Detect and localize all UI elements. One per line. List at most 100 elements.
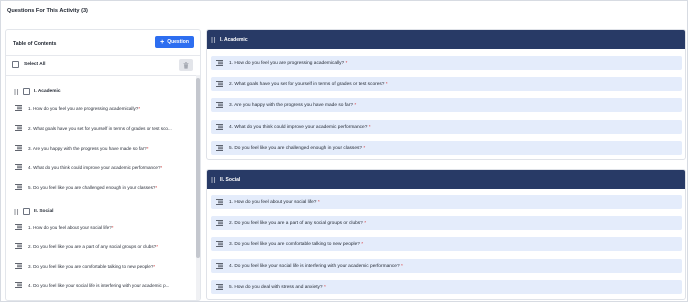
toc-section-label: II. Social xyxy=(34,209,54,214)
toc-item[interactable]: 1. How do you feel you are progressing a… xyxy=(15,105,191,111)
question-lines-icon[interactable] xyxy=(216,284,223,290)
toc-item[interactable]: 3. Do you feel like you are comfortable … xyxy=(15,263,191,269)
toc-item-text: 2. Do you feel like you are a part of an… xyxy=(28,243,157,249)
required-marker: * xyxy=(385,81,388,87)
question-lines-icon[interactable] xyxy=(216,145,223,151)
toc-item-text: 3. Are you happy with the progress you h… xyxy=(28,145,147,151)
section-title: II. Social xyxy=(220,176,241,183)
required-marker: * xyxy=(368,124,371,130)
question-lines-icon[interactable] xyxy=(216,124,223,130)
toc-section-label: I. Academic xyxy=(34,89,61,94)
drag-handle-icon[interactable] xyxy=(211,176,216,183)
drag-handle-icon[interactable] xyxy=(14,88,19,95)
toc-item[interactable]: 4. Do you feel like your social life is … xyxy=(15,282,191,288)
required-marker: * xyxy=(364,220,367,226)
question-lines-icon[interactable] xyxy=(216,81,223,87)
delete-button[interactable] xyxy=(179,59,193,71)
toc-item-text: 4. Do you feel like your social life is … xyxy=(28,282,170,288)
drag-handle-icon[interactable] xyxy=(14,208,19,215)
question-text: 5. How do you deal with stress and anxie… xyxy=(229,284,323,290)
question-text: 4. Do you feel like your social life is … xyxy=(229,263,400,269)
question-lines-icon xyxy=(15,145,22,151)
toc-list: I. Academic 1. How do you feel you are p… xyxy=(6,75,194,300)
required-marker: * xyxy=(160,164,163,170)
select-all-checkbox[interactable] xyxy=(12,61,19,68)
toc-item[interactable]: 5. Do you feel like you are challenged e… xyxy=(15,184,191,190)
question-lines-icon xyxy=(15,224,22,230)
required-marker: * xyxy=(317,199,320,205)
question-text: 2. What goals have you set for yourself … xyxy=(229,81,385,87)
question-row[interactable]: 1. How do you feel about your social lif… xyxy=(211,195,682,209)
question-row[interactable]: 1. How do you feel you are progressing a… xyxy=(211,56,682,70)
select-all-label: Select All xyxy=(24,62,46,67)
question-row[interactable]: 2. Do you feel like you are a part of an… xyxy=(211,216,682,230)
required-marker: * xyxy=(354,102,357,108)
toc-section-academic[interactable]: I. Academic xyxy=(14,88,60,95)
question-lines-icon xyxy=(15,263,22,269)
question-text: 3. Do you feel like you are comfortable … xyxy=(229,241,360,247)
question-lines-icon[interactable] xyxy=(216,241,223,247)
section-title: I. Academic xyxy=(220,36,248,43)
required-marker: * xyxy=(361,241,364,247)
question-row[interactable]: 3. Do you feel like you are comfortable … xyxy=(211,237,682,251)
app-frame: Questions For This Activity (3) Table of… xyxy=(0,0,688,302)
table-of-contents-panel: Table of Contents + Question Select All xyxy=(5,29,201,301)
required-marker: * xyxy=(400,263,403,269)
toc-item-text: 2. What goals have you set for yourself … xyxy=(28,125,172,131)
select-all-control[interactable]: Select All xyxy=(12,61,45,68)
required-marker: * xyxy=(111,224,114,230)
question-row[interactable]: 4. What do you think could improve your … xyxy=(211,120,682,134)
toc-item-text: 1. How do you feel about your social lif… xyxy=(28,224,112,230)
toc-item[interactable]: 4. What do you think could improve your … xyxy=(15,164,191,170)
required-marker: * xyxy=(153,263,156,269)
required-marker: * xyxy=(363,145,366,151)
question-lines-icon[interactable] xyxy=(216,60,223,66)
required-marker: * xyxy=(146,145,149,151)
section-header[interactable]: II. Social xyxy=(207,170,685,189)
drag-handle-icon[interactable] xyxy=(211,36,216,43)
required-marker: * xyxy=(323,284,326,290)
section-checkbox[interactable] xyxy=(23,88,30,95)
divider xyxy=(6,55,200,56)
question-lines-icon xyxy=(15,105,22,111)
add-question-label: Question xyxy=(167,39,189,45)
toc-item-text: 5. Do you feel like you are challenged e… xyxy=(28,184,156,190)
add-question-button[interactable]: + Question xyxy=(155,36,194,48)
required-marker: * xyxy=(156,243,158,249)
toc-item-text: 1. How do you feel you are progressing a… xyxy=(28,105,139,111)
trash-icon xyxy=(183,61,189,69)
question-row[interactable]: 5. How do you deal with stress and anxie… xyxy=(211,280,682,294)
question-row[interactable]: 2. What goals have you set for yourself … xyxy=(211,77,682,91)
plus-icon: + xyxy=(160,38,165,46)
section-card-social: II. Social 1. How do you feel about your… xyxy=(206,169,686,300)
toc-item[interactable]: 2. What goals have you set for yourself … xyxy=(15,125,191,131)
toc-item-text: 3. Do you feel like you are comfortable … xyxy=(28,263,154,269)
section-header[interactable]: I. Academic xyxy=(207,30,685,49)
question-lines-icon[interactable] xyxy=(216,220,223,226)
toc-scrollbar[interactable] xyxy=(196,75,200,300)
section-checkbox[interactable] xyxy=(23,208,30,215)
question-text: 3. Are you happy with the progress you h… xyxy=(229,102,353,108)
question-lines-icon[interactable] xyxy=(216,102,223,108)
question-row[interactable]: 3. Are you happy with the progress you h… xyxy=(211,98,682,112)
toc-section-social[interactable]: II. Social xyxy=(14,208,53,215)
question-text: 2. Do you feel like you are a part of an… xyxy=(229,220,363,226)
question-text: 4. What do you think could improve your … xyxy=(229,124,368,130)
question-lines-icon xyxy=(15,282,22,288)
question-row[interactable]: 5. Do you feel like you are challenged e… xyxy=(211,141,682,155)
toc-item[interactable]: 2. Do you feel like you are a part of an… xyxy=(15,243,191,249)
toc-item-text: 4. What do you think could improve your … xyxy=(28,164,161,170)
toc-item[interactable]: 1. How do you feel about your social lif… xyxy=(15,224,191,230)
question-lines-icon[interactable] xyxy=(216,199,223,205)
question-lines-icon xyxy=(15,243,22,249)
page-title: Questions For This Activity (3) xyxy=(7,8,88,14)
scrollbar-thumb[interactable] xyxy=(196,78,200,258)
section-card-academic: I. Academic 1. How do you feel you are p… xyxy=(206,29,686,160)
toc-item[interactable]: 3. Are you happy with the progress you h… xyxy=(15,145,191,151)
question-lines-icon xyxy=(15,125,22,131)
question-row[interactable]: 4. Do you feel like your social life is … xyxy=(211,259,682,273)
question-lines-icon xyxy=(15,184,22,190)
question-text: 5. Do you feel like you are challenged e… xyxy=(229,145,363,151)
question-lines-icon[interactable] xyxy=(216,263,223,269)
toc-title: Table of Contents xyxy=(13,41,57,47)
